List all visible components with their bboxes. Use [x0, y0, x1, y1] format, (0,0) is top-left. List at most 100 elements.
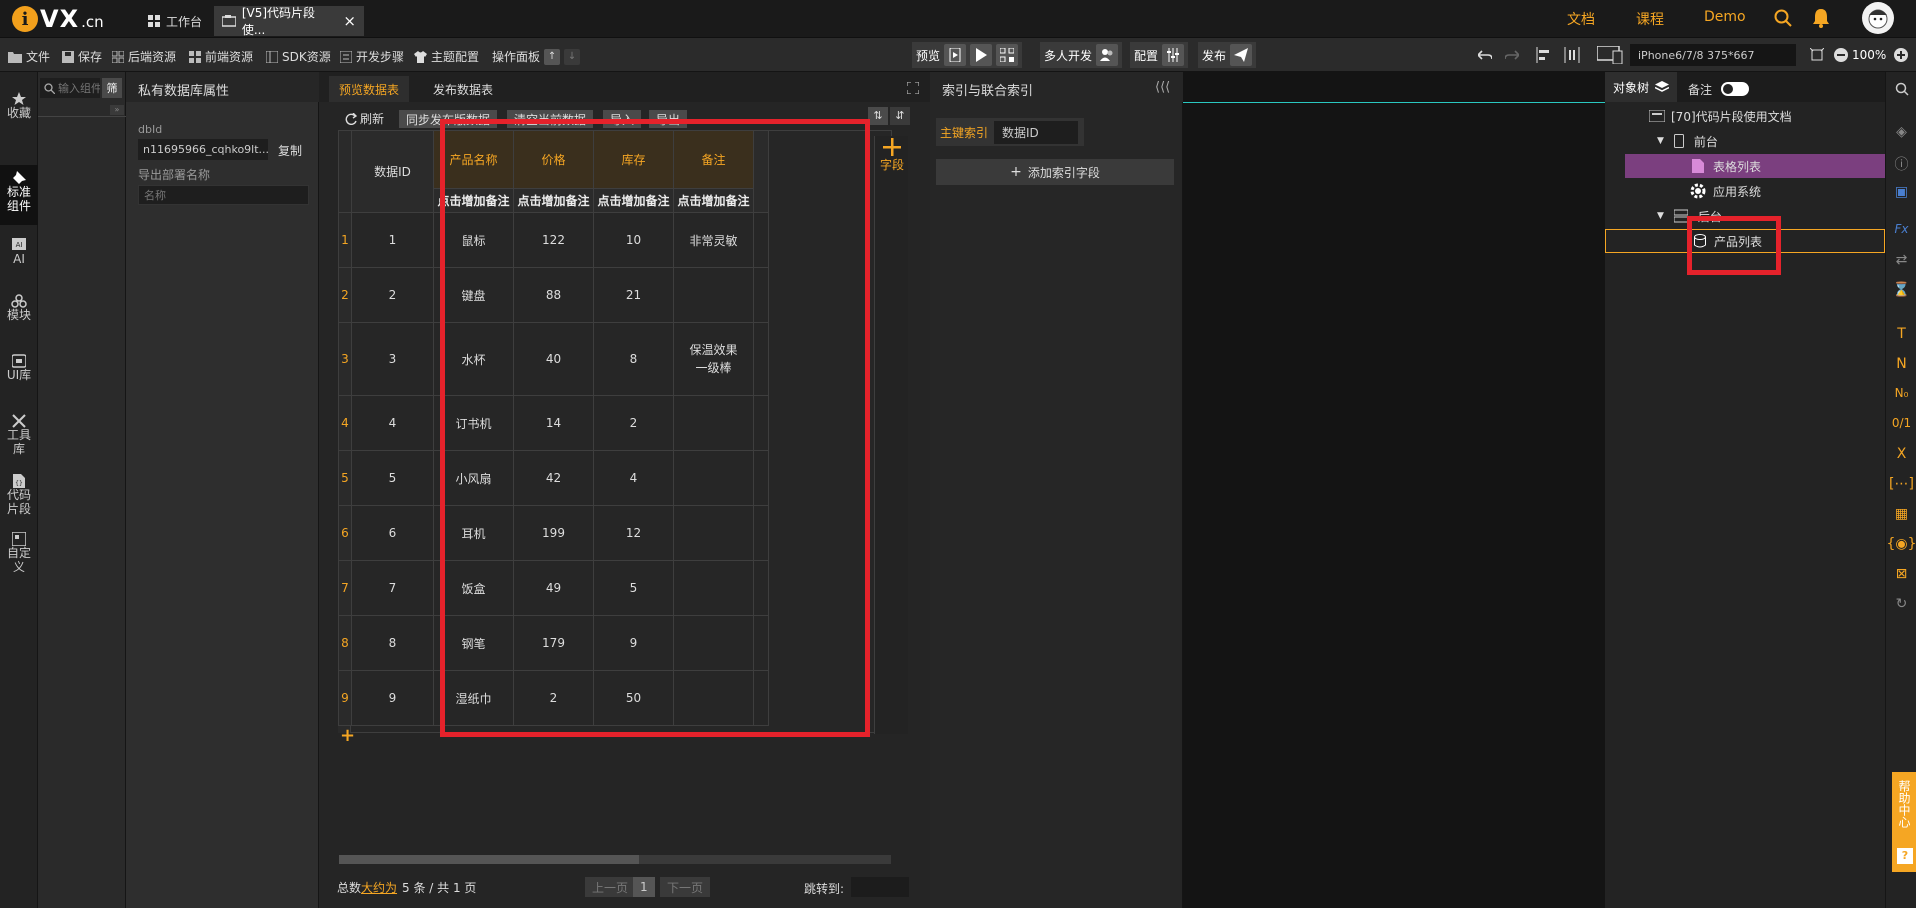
- backend-resources-button[interactable]: 后端资源: [112, 48, 176, 65]
- prev-page-button[interactable]: 上一页: [585, 877, 636, 897]
- add-row-button[interactable]: +: [340, 725, 355, 746]
- sort-alt-icon[interactable]: ⇵: [890, 107, 910, 125]
- dbid-field[interactable]: n11695966_cqhko9lt...: [138, 139, 268, 160]
- cell-id[interactable]: 8: [351, 615, 434, 671]
- sort-icon[interactable]: ⇅: [868, 107, 888, 125]
- vx-logo[interactable]: i VX .cn: [12, 4, 104, 34]
- link-docs[interactable]: 文档: [1567, 9, 1595, 29]
- save-button[interactable]: 保存: [62, 48, 102, 65]
- tab-project[interactable]: [V5]代码片段使... ×: [214, 6, 364, 37]
- add-field-button[interactable]: 字段: [877, 138, 907, 173]
- next-page-button[interactable]: 下一页: [660, 877, 711, 897]
- export-name-input[interactable]: [138, 185, 309, 205]
- array-type-icon[interactable]: [⋯]: [1886, 476, 1916, 492]
- table-type-icon[interactable]: ▦: [1886, 506, 1916, 522]
- redo-icon[interactable]: [1505, 48, 1519, 62]
- qrcode-button[interactable]: [996, 44, 1019, 66]
- run-button[interactable]: [970, 44, 993, 66]
- cell-id[interactable]: 9: [351, 670, 434, 726]
- avatar[interactable]: [1862, 2, 1894, 34]
- copy-button[interactable]: 复制: [278, 142, 302, 159]
- link-course[interactable]: 课程: [1636, 9, 1664, 29]
- rail-item-standard[interactable]: 标准组件: [0, 165, 38, 225]
- publish-button[interactable]: [1230, 44, 1253, 66]
- frontend-resources-button[interactable]: 前端资源: [189, 48, 253, 65]
- close-icon[interactable]: ×: [343, 12, 356, 30]
- multi-dev-button[interactable]: [1096, 44, 1119, 66]
- cell-id[interactable]: 1: [351, 212, 434, 268]
- horizontal-scrollbar[interactable]: [339, 855, 639, 864]
- filter-button[interactable]: 筛: [102, 78, 122, 98]
- total-approx-link[interactable]: 大约为: [361, 879, 397, 896]
- tab-publish-table[interactable]: 发布数据表: [423, 76, 503, 102]
- tree-front[interactable]: ▼ 前台: [1605, 129, 1885, 153]
- variable-type-icon[interactable]: X: [1886, 446, 1916, 462]
- text-type-icon[interactable]: T: [1886, 326, 1916, 342]
- config-button[interactable]: [1162, 44, 1185, 66]
- cell-id[interactable]: 7: [351, 560, 434, 616]
- undo-icon[interactable]: [1478, 48, 1492, 62]
- arrow-down-icon[interactable]: ↓: [564, 48, 581, 65]
- component-search-input[interactable]: [58, 81, 100, 95]
- zoom-in-icon[interactable]: [1894, 48, 1908, 62]
- link-demo[interactable]: Demo: [1704, 9, 1746, 25]
- zoom-out-icon[interactable]: [1834, 48, 1848, 62]
- image-type-icon[interactable]: ⊠: [1886, 566, 1916, 582]
- rail-item-tools[interactable]: 工具库: [0, 414, 38, 472]
- add-index-field-button[interactable]: + 添加索引字段: [936, 159, 1174, 185]
- collapse-icon[interactable]: »: [110, 105, 124, 115]
- page-number[interactable]: 1: [633, 877, 655, 897]
- tab-notes[interactable]: 备注: [1688, 81, 1712, 98]
- rail-item-snippets[interactable]: {} 代码片段: [0, 474, 38, 532]
- info-icon[interactable]: ⓘ: [1886, 154, 1916, 174]
- notes-toggle[interactable]: [1721, 82, 1749, 96]
- tree-app-system[interactable]: 应用系统: [1605, 179, 1885, 203]
- align-left-icon[interactable]: [1536, 47, 1552, 63]
- tree-root[interactable]: [70]代码片段使用文档: [1605, 104, 1885, 128]
- swap-icon[interactable]: ⇄: [1886, 252, 1916, 268]
- cell-id[interactable]: 6: [351, 505, 434, 561]
- rail-item-ai[interactable]: AI AI: [0, 238, 38, 280]
- component-search[interactable]: [40, 78, 100, 98]
- refresh-button[interactable]: 刷新: [345, 110, 384, 127]
- primary-index-value[interactable]: 数据ID: [994, 120, 1079, 144]
- boolean-type-icon[interactable]: 0/1: [1886, 416, 1916, 430]
- device-icon[interactable]: [1597, 46, 1623, 64]
- function-icon[interactable]: Fx: [1886, 222, 1916, 236]
- tree-table-list[interactable]: 表格列表: [1625, 154, 1885, 178]
- cell-id[interactable]: 2: [351, 267, 434, 323]
- history-icon[interactable]: ↻: [1886, 596, 1916, 612]
- goto-page-input[interactable]: [851, 877, 909, 897]
- rail-item-favorites[interactable]: 收藏: [0, 92, 38, 136]
- cell-id[interactable]: 5: [351, 450, 434, 506]
- sdk-resources-button[interactable]: SDK资源: [266, 48, 331, 65]
- preview-phone-button[interactable]: [944, 44, 967, 66]
- layers-icon[interactable]: ◈: [1886, 124, 1916, 140]
- expand-icon[interactable]: [907, 82, 919, 94]
- tab-workbench[interactable]: 工作台: [140, 6, 210, 36]
- bell-icon[interactable]: [1812, 8, 1830, 28]
- number-type-icon[interactable]: N: [1886, 356, 1916, 372]
- arrow-up-icon[interactable]: ↑: [544, 48, 561, 65]
- file-button[interactable]: 文件: [8, 48, 50, 65]
- fit-screen-icon[interactable]: [1810, 48, 1824, 62]
- distribute-icon[interactable]: [1564, 47, 1580, 63]
- device-select[interactable]: iPhone6/7/8 375*667: [1630, 44, 1796, 66]
- search-icon[interactable]: [1774, 9, 1792, 27]
- dev-steps-button[interactable]: 开发步骤: [340, 48, 404, 65]
- search-icon[interactable]: [1895, 82, 1909, 96]
- rail-item-ui-library[interactable]: UI库: [0, 354, 38, 398]
- help-question-icon[interactable]: ?: [1897, 848, 1913, 864]
- tab-preview-table[interactable]: 预览数据表: [329, 76, 410, 102]
- integer-type-icon[interactable]: N₀: [1886, 386, 1916, 400]
- theme-config-button[interactable]: 主题配置: [414, 48, 479, 65]
- cell-id[interactable]: 3: [351, 322, 434, 396]
- rail-item-custom[interactable]: 自定义: [0, 532, 38, 590]
- cell-id[interactable]: 4: [351, 395, 434, 451]
- collapse-left-icon[interactable]: ⟨⟨⟨: [1155, 80, 1170, 95]
- tab-object-tree[interactable]: 对象树: [1605, 72, 1678, 102]
- object-type-icon[interactable]: {◉}: [1886, 536, 1916, 552]
- chat-icon[interactable]: ▣: [1886, 184, 1916, 200]
- rail-item-modules[interactable]: 模块: [0, 294, 38, 338]
- hourglass-icon[interactable]: ⌛: [1886, 282, 1916, 298]
